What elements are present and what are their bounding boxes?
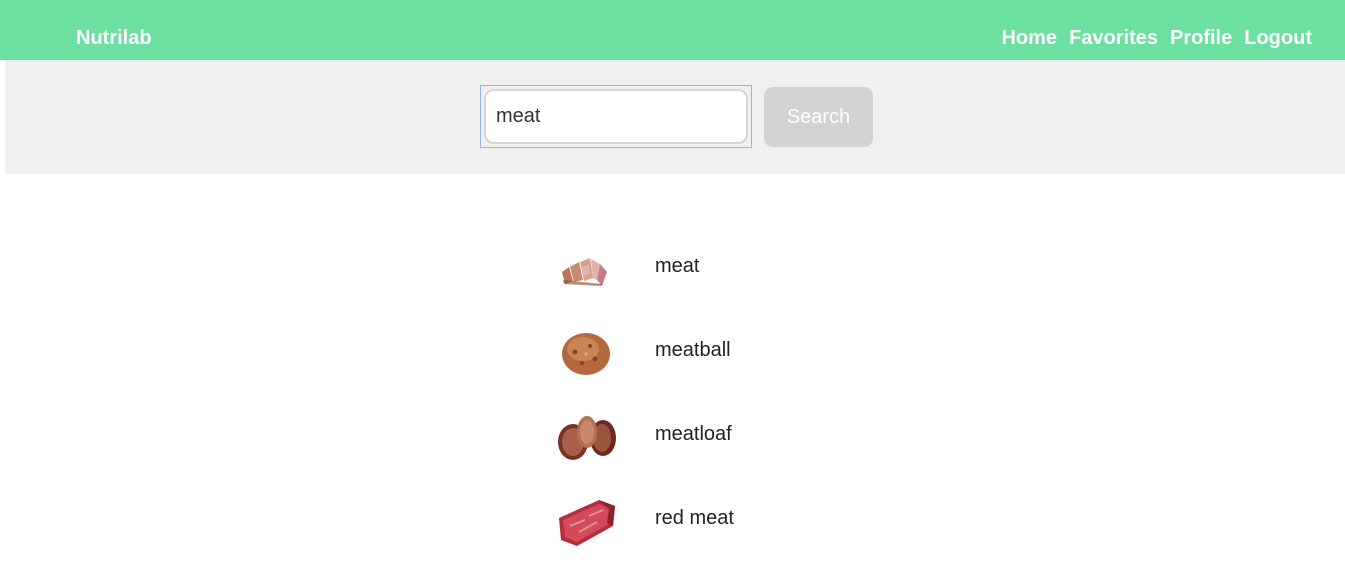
results-list: meat meatball meatloaf red meat <box>555 222 955 558</box>
red-meat-image <box>559 500 615 546</box>
nav-links: Home Favorites Profile Logout <box>1001 25 1312 51</box>
sliced-meat-image <box>562 258 607 286</box>
nav-favorites-link[interactable]: Favorites <box>1069 25 1158 51</box>
meatball-image <box>562 333 610 375</box>
brand-logo[interactable]: Nutrilab <box>76 25 152 51</box>
result-item-meat[interactable]: meat <box>555 222 955 306</box>
nav-home-link[interactable]: Home <box>1001 25 1057 51</box>
meatloaf-image <box>558 416 616 460</box>
result-label: meatball <box>655 339 731 361</box>
search-input[interactable] <box>484 89 748 144</box>
nav-logout-link[interactable]: Logout <box>1244 25 1312 51</box>
result-item-meatloaf[interactable]: meatloaf <box>555 390 955 474</box>
top-navbar: Nutrilab Home Favorites Profile Logout <box>0 0 1345 60</box>
result-label: meat <box>655 255 700 277</box>
result-item-red-meat[interactable]: red meat <box>555 474 955 558</box>
result-label: meatloaf <box>655 423 732 445</box>
result-label: red meat <box>655 507 734 529</box>
search-button[interactable]: Search <box>764 87 873 147</box>
search-input-focus-ring <box>480 85 752 148</box>
result-item-meatball[interactable]: meatball <box>555 306 955 390</box>
nav-profile-link[interactable]: Profile <box>1170 25 1232 51</box>
